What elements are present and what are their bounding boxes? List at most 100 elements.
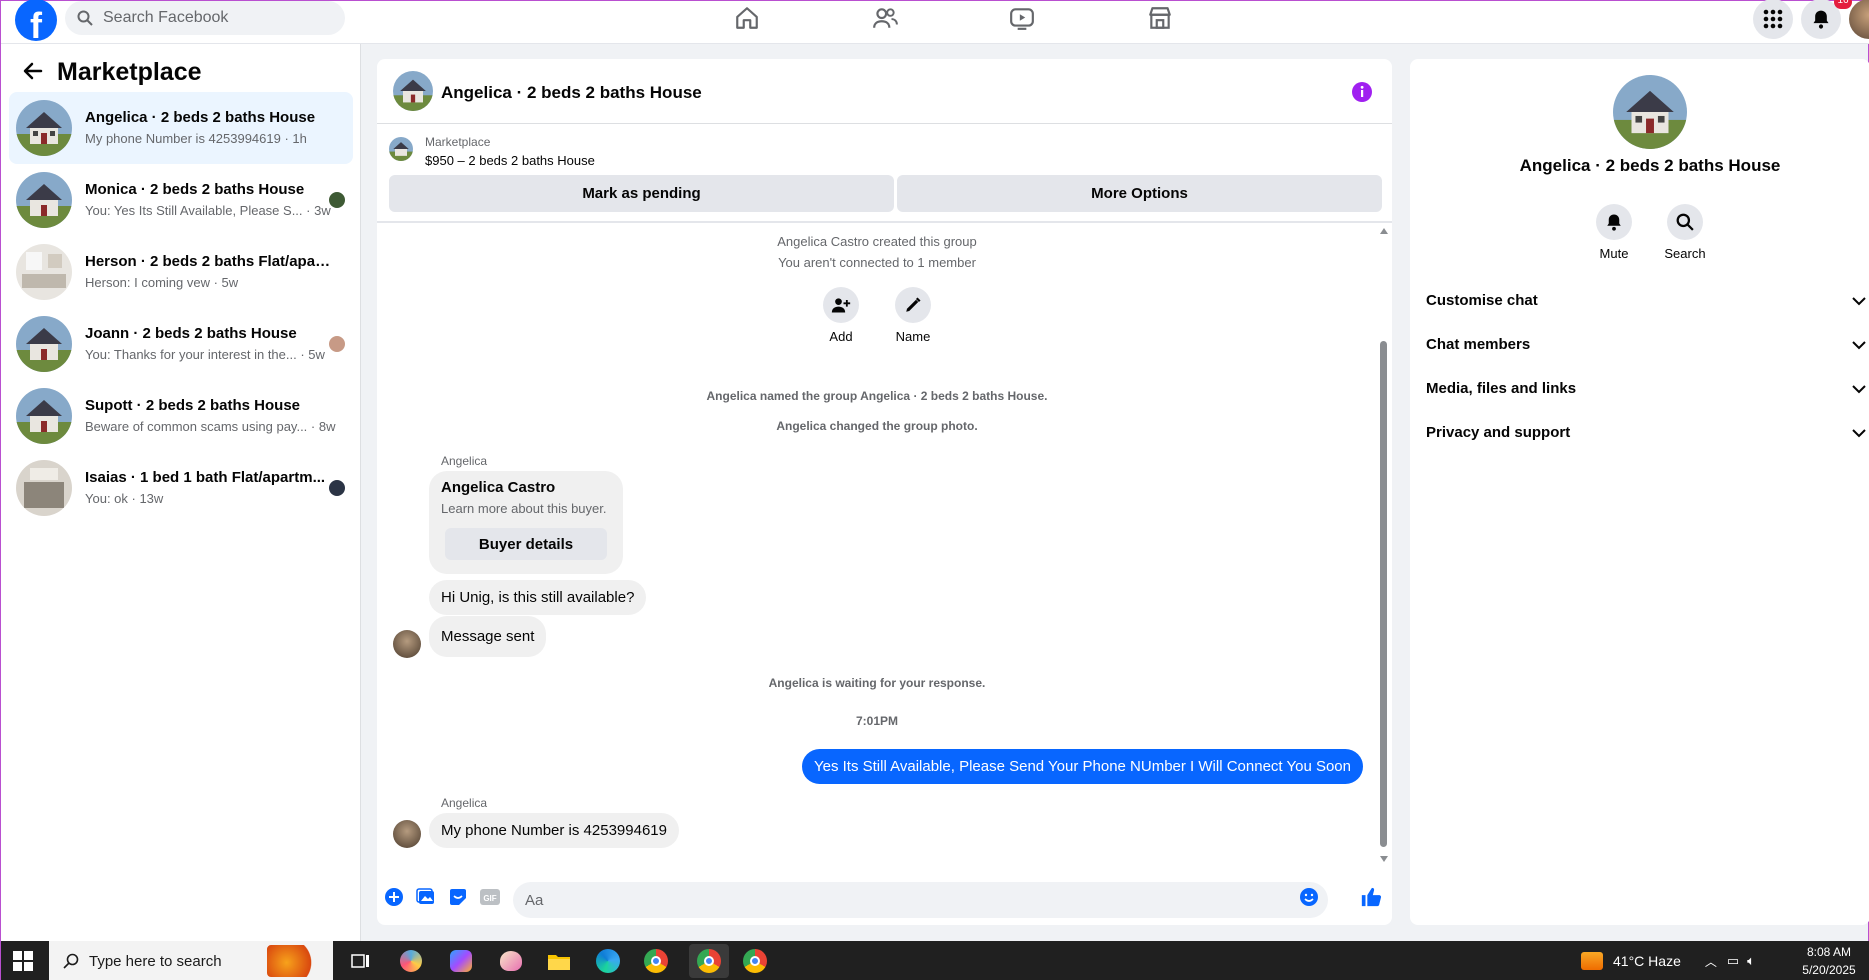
conversation-name: Angelica · 2 beds 2 baths House [85,109,316,126]
copilot-icon[interactable] [447,947,475,975]
mark-as-pending-button[interactable]: Mark as pending [389,175,894,212]
system-message: You aren't connected to 1 member [778,255,976,270]
timestamp: 7:01PM [855,714,899,728]
buyer-name: Angelica Castro [441,479,556,496]
home-icon[interactable] [732,3,762,33]
add-member-action[interactable]: Add [823,287,871,344]
like-thumbs-up-icon[interactable] [1360,886,1382,908]
photo-icon[interactable] [415,886,437,908]
volume-icon[interactable]: 🔈︎ [1747,953,1755,969]
sender-avatar[interactable] [393,820,421,848]
add-person-icon[interactable] [823,287,859,323]
pencil-icon[interactable] [895,287,931,323]
seen-avatar [329,480,345,496]
received-message: Hi Unig, is this still available? [429,580,647,615]
info-icon[interactable] [1351,81,1373,103]
sticker-icon[interactable] [447,886,469,908]
menu-grid-icon[interactable] [1753,0,1793,39]
search-icon[interactable] [1667,204,1703,240]
paint-icon[interactable] [497,947,525,975]
section-label: Privacy and support [1426,424,1571,441]
windows-taskbar: Type here to search 41°C Haze ︿ ▭ 🔈︎ 8:0… [1,941,1869,980]
scroll-down-icon[interactable] [1379,855,1389,863]
file-explorer-icon[interactable] [545,947,573,975]
house-thumbnail [16,316,72,372]
conversation-preview: You: ok · 13w [85,491,164,506]
scroll-up-icon[interactable] [1379,227,1389,235]
customise-chat-section[interactable]: Customise chat [1426,292,1866,309]
system-message: Angelica changed the group photo. [776,419,978,433]
conversation-name: Supott · 2 beds 2 baths House [85,397,301,414]
notification-count-badge: 16 [1834,0,1852,9]
conversation-item[interactable]: Isaias · 1 bed 1 bath Flat/apartm... You… [9,452,353,524]
conversation-item[interactable]: Monica · 2 beds 2 baths House You: Yes I… [9,164,353,236]
chat-avatar[interactable] [393,71,433,111]
system-message: Angelica Castro created this group [777,234,977,249]
weather-icon[interactable] [1581,952,1603,970]
emoji-icon[interactable] [1298,886,1320,908]
search-chat-action[interactable]: Search [1664,204,1720,261]
seen-avatar [329,336,345,352]
more-options-button[interactable]: More Options [897,175,1382,212]
search-facebook-input[interactable]: Search Facebook [65,1,345,35]
group-avatar [1613,75,1687,149]
friends-icon[interactable] [870,3,900,33]
chevron-up-icon[interactable]: ︿ [1705,953,1717,970]
conversation-item[interactable]: Supott · 2 beds 2 baths House Beware of … [9,380,353,452]
page-title: Marketplace [57,58,202,86]
profile-avatar[interactable] [1849,0,1869,39]
conversation-name: Monica · 2 beds 2 baths House [85,181,305,198]
chevron-down-icon [1852,428,1866,437]
privacy-support-section[interactable]: Privacy and support [1426,424,1866,441]
sender-avatar[interactable] [393,630,421,658]
conversation-preview: You: Thanks for your interest in the... … [85,347,325,362]
scroll-thumb[interactable] [1380,341,1387,847]
listing-price-title[interactable]: $950 – 2 beds 2 baths House [425,153,595,168]
house-thumbnail [16,100,72,156]
group-title: Angelica · 2 beds 2 baths House [1519,156,1781,175]
chrome-icon[interactable] [642,947,670,975]
search-highlight-icon [267,945,323,977]
name-group-action[interactable]: Name [895,287,943,344]
chat-members-section[interactable]: Chat members [1426,336,1866,353]
gif-icon[interactable]: GIF [479,886,501,908]
divider [377,221,1392,223]
chrome-profile-icon[interactable] [741,947,769,975]
chrome-active-icon[interactable] [689,944,729,978]
conversation-item[interactable]: Angelica · 2 beds 2 baths House My phone… [9,92,353,164]
bell-icon[interactable] [1596,204,1632,240]
message-input[interactable] [513,882,1328,918]
buyer-details-button[interactable]: Buyer details [445,528,607,560]
chat-scrollbar[interactable] [1378,227,1388,867]
weather-text[interactable]: 41°C Haze [1613,953,1681,969]
conversation-preview: Herson: I coming vew · 5w [85,275,239,290]
conversation-item[interactable]: Joann · 2 beds 2 baths House You: Thanks… [9,308,353,380]
chevron-down-icon [1852,296,1866,305]
system-message: Angelica is waiting for your response. [768,676,986,690]
taskbar-clock[interactable]: 8:08 AM 5/20/2025 [1797,943,1861,979]
task-view-icon[interactable] [347,947,375,975]
clock-time: 8:08 AM [1806,945,1852,959]
facebook-logo-icon[interactable]: f [15,0,57,41]
mute-action[interactable]: Mute [1596,204,1649,261]
media-files-links-section[interactable]: Media, files and links [1426,380,1866,397]
search-icon [77,10,93,26]
taskbar-search-box[interactable]: Type here to search [49,941,333,980]
network-icon[interactable]: ▭ [1727,953,1739,969]
back-arrow-icon[interactable] [21,59,45,83]
app-icon[interactable] [397,947,425,975]
search-label: Search [1664,246,1706,261]
received-message: Message sent [429,616,547,657]
marketplace-icon[interactable] [1145,3,1175,33]
conversation-item[interactable]: Herson · 2 beds 2 baths Flat/apart... He… [9,236,353,308]
edge-icon[interactable] [594,947,622,975]
watch-icon[interactable] [1007,3,1037,33]
plus-icon[interactable] [383,886,405,908]
chat-title[interactable]: Angelica · 2 beds 2 baths House [441,83,702,103]
section-label: Chat members [1426,336,1531,353]
windows-start-icon[interactable] [13,951,33,971]
conversation-preview: Beware of common scams using pay... · 8w [85,419,336,434]
listing-thumbnail [389,137,413,161]
conversation-name: Isaias · 1 bed 1 bath Flat/apartm... [85,469,326,486]
section-label: Customise chat [1426,292,1538,309]
